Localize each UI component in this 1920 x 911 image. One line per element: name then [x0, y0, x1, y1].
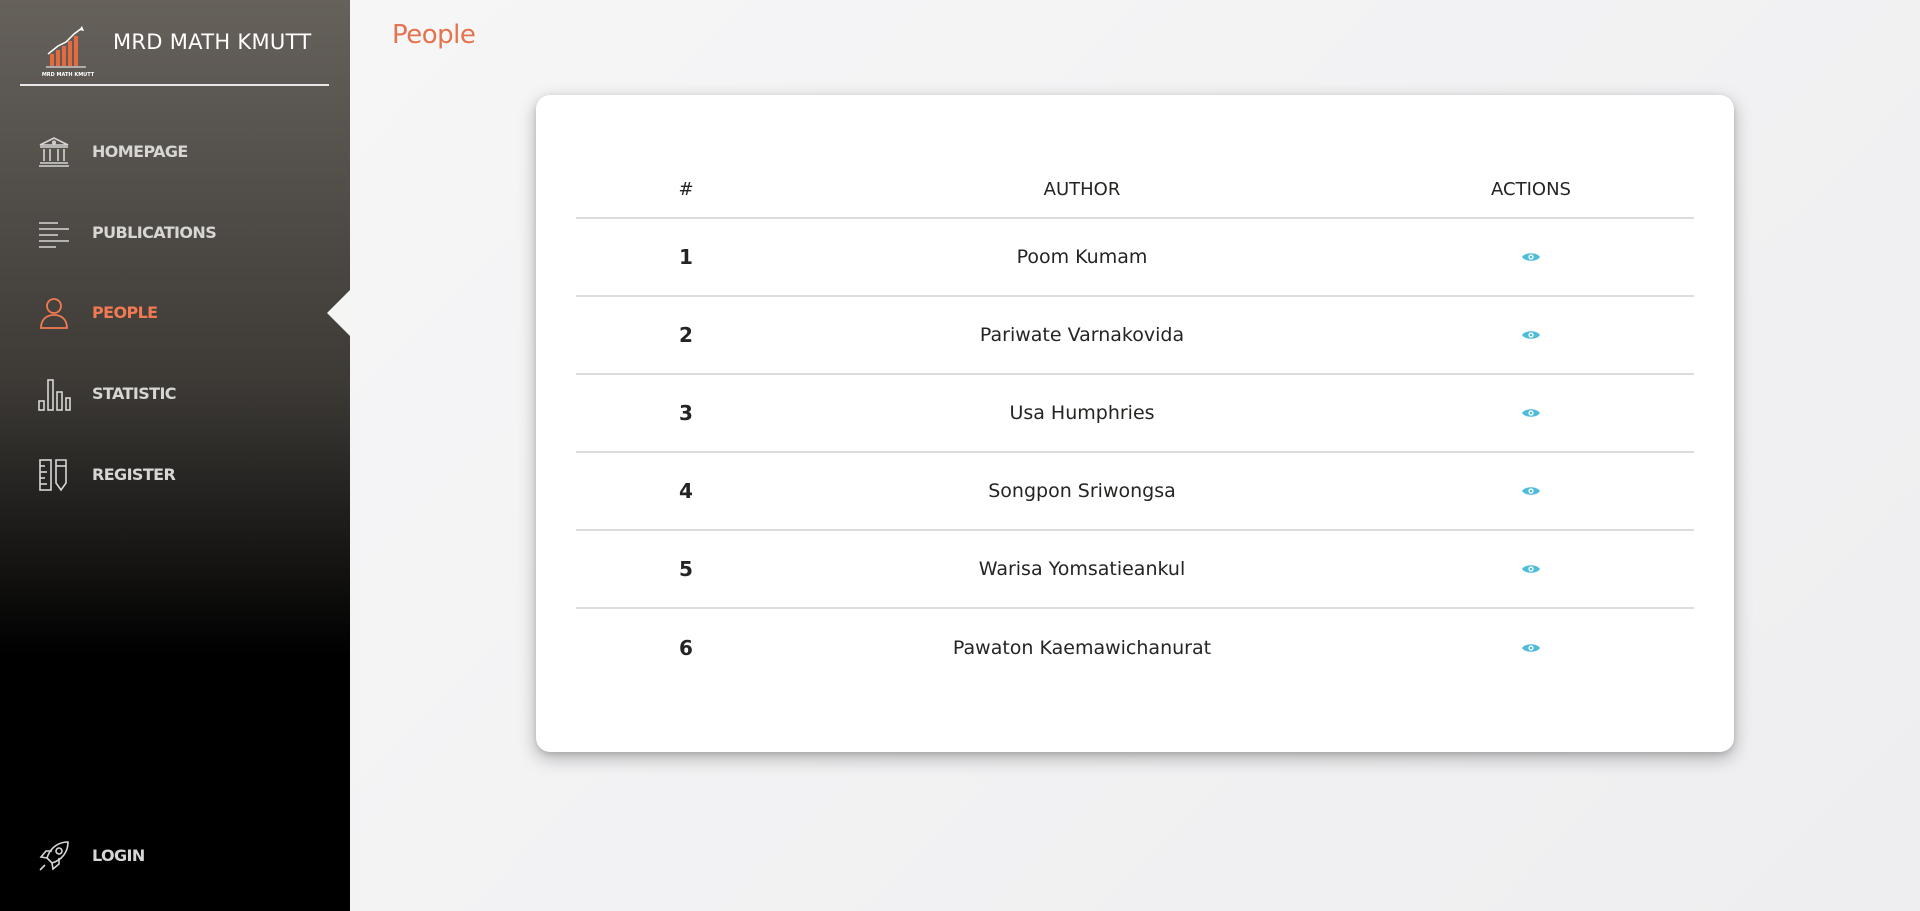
user-icon [40, 298, 68, 329]
ruler-pencil-icon [39, 459, 67, 492]
row-number: 2 [679, 323, 693, 347]
brand[interactable]: MRD MATH KMUTT MRD MATH KMUTT [20, 18, 329, 86]
bar-chart-icon [38, 379, 71, 411]
table-header: # AUTHOR ACTIONS [576, 165, 1694, 219]
table-row: 3 Usa Humphries [576, 375, 1694, 453]
row-number: 1 [679, 245, 693, 269]
page-title: People [392, 20, 476, 50]
view-button[interactable] [1521, 562, 1541, 576]
sidebar-item-publications[interactable]: PUBLICATIONS [0, 206, 350, 262]
eye-icon [1522, 487, 1540, 495]
sidebar-item-label: PUBLICATIONS [92, 223, 217, 242]
table-row: 6 Pawaton Kaemawichanurat [576, 609, 1694, 687]
sidebar-item-register[interactable]: REGISTER [0, 448, 350, 504]
rocket-icon [39, 841, 69, 871]
table-row: 4 Songpon Sriwongsa [576, 453, 1694, 531]
eye-icon [1522, 253, 1540, 261]
sidebar: MRD MATH KMUTT MRD MATH KMUTT HOMEPAGE P [0, 0, 350, 911]
eye-icon [1522, 565, 1540, 573]
bank-icon [39, 137, 69, 167]
view-button[interactable] [1521, 250, 1541, 264]
brand-name[interactable]: MRD MATH KMUTT [113, 30, 311, 54]
author-name: Usa Humphries [1009, 402, 1155, 424]
view-button[interactable] [1521, 328, 1541, 342]
table-row: 1 Poom Kumam [576, 219, 1694, 297]
sidebar-item-label: REGISTER [92, 465, 176, 484]
sidebar-item-label: LOGIN [92, 846, 145, 865]
author-name: Pariwate Varnakovida [979, 324, 1185, 346]
row-number: 3 [679, 401, 693, 425]
author-name: Poom Kumam [1016, 246, 1148, 268]
column-header-author: AUTHOR [1043, 178, 1121, 200]
sidebar-item-label: STATISTIC [92, 384, 177, 403]
author-name: Warisa Yomsatieankul [978, 558, 1186, 580]
people-card: # AUTHOR ACTIONS 1 Poom Kumam 2 Pariwate… [536, 95, 1734, 752]
view-button[interactable] [1521, 484, 1541, 498]
column-header-number: # [678, 178, 694, 200]
author-name: Songpon Sriwongsa [988, 480, 1176, 502]
table-row: 5 Warisa Yomsatieankul [576, 531, 1694, 609]
row-number: 5 [679, 557, 693, 581]
logo-text: MRD MATH KMUTT [41, 72, 95, 78]
sidebar-item-people[interactable]: PEOPLE [0, 286, 350, 342]
people-table: # AUTHOR ACTIONS 1 Poom Kumam 2 Pariwate… [576, 165, 1694, 687]
brand-logo[interactable]: MRD MATH KMUTT [40, 24, 96, 78]
table-row: 2 Pariwate Varnakovida [576, 297, 1694, 375]
sidebar-item-label: PEOPLE [92, 303, 158, 322]
eye-icon [1522, 409, 1540, 417]
sidebar-item-statistic[interactable]: STATISTIC [0, 367, 350, 423]
text-align-icon [39, 222, 69, 248]
view-button[interactable] [1521, 641, 1541, 655]
eye-icon [1522, 644, 1540, 652]
column-header-actions: ACTIONS [1491, 178, 1571, 200]
sidebar-item-label: HOMEPAGE [92, 142, 188, 161]
active-indicator [327, 290, 350, 336]
sidebar-item-login[interactable]: LOGIN [0, 829, 350, 885]
logo-bar-chart-icon [46, 26, 86, 68]
row-number: 6 [679, 636, 693, 660]
eye-icon [1522, 331, 1540, 339]
row-number: 4 [679, 479, 693, 503]
view-button[interactable] [1521, 406, 1541, 420]
sidebar-item-homepage[interactable]: HOMEPAGE [0, 125, 350, 181]
author-name: Pawaton Kaemawichanurat [952, 637, 1212, 659]
